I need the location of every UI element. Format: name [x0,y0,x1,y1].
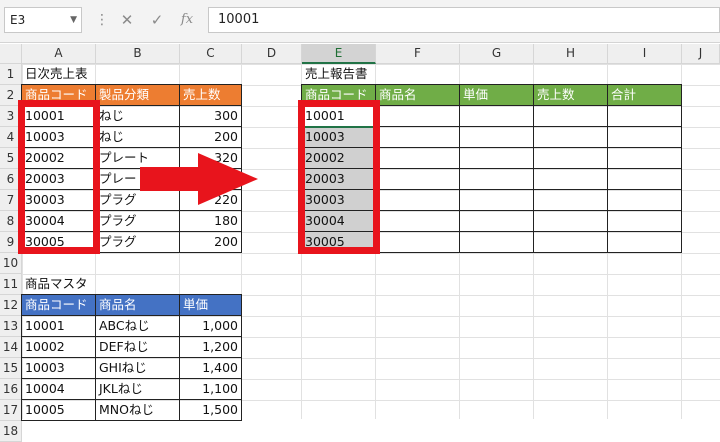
sales-category-cell[interactable]: ねじ [95,126,180,148]
row-header-15[interactable]: 15 [0,358,22,379]
report-qty-cell[interactable] [533,189,608,211]
master-code-cell[interactable]: 10002 [21,336,96,358]
master-header-code[interactable]: 商品コード [21,294,96,316]
report-total-cell[interactable] [607,168,682,190]
row-header-16[interactable]: 16 [0,379,22,400]
sales-qty-cell[interactable]: 200 [179,126,242,148]
more-options-icon[interactable]: ⋮ [95,10,109,30]
report-name-cell[interactable] [375,189,460,211]
column-header-h[interactable]: H [534,44,608,64]
master-price-cell[interactable]: 1,500 [179,399,242,421]
master-code-cell[interactable]: 10005 [21,399,96,421]
master-name-cell[interactable]: MNOねじ [95,399,180,421]
right-arrow-icon [140,153,258,205]
report-qty-cell[interactable] [533,105,608,127]
master-price-cell[interactable]: 1,100 [179,378,242,400]
report-table-title[interactable]: 売上報告書 [302,64,452,85]
column-header-b[interactable]: B [96,44,180,64]
report-name-cell[interactable] [375,126,460,148]
column-header-a[interactable]: A [22,44,96,64]
master-price-cell[interactable]: 1,200 [179,336,242,358]
report-price-cell[interactable] [459,147,534,169]
report-price-cell[interactable] [459,231,534,253]
row-header-11[interactable]: 11 [0,274,22,295]
report-name-cell[interactable] [375,147,460,169]
master-name-cell[interactable]: DEFねじ [95,336,180,358]
row-header-17[interactable]: 17 [0,400,22,421]
report-name-cell[interactable] [375,210,460,232]
chevron-down-icon[interactable]: ▼ [70,8,77,32]
report-total-cell[interactable] [607,147,682,169]
report-header-name[interactable]: 商品名 [375,84,460,106]
master-code-cell[interactable]: 10003 [21,357,96,379]
name-box-value: E3 [10,13,26,27]
enter-icon[interactable]: ✓ [146,9,168,31]
row-header-12[interactable]: 12 [0,295,22,316]
column-header-g[interactable]: G [460,44,534,64]
report-total-cell[interactable] [607,210,682,232]
master-code-cell[interactable]: 10001 [21,315,96,337]
select-all-corner[interactable] [0,44,22,64]
report-price-cell[interactable] [459,210,534,232]
formula-input[interactable]: 10001 [208,7,720,33]
report-header-qty[interactable]: 売上数 [533,84,608,106]
cancel-icon[interactable]: ✕ [116,9,138,31]
master-name-cell[interactable]: GHIねじ [95,357,180,379]
row-header-18[interactable]: 18 [0,421,22,442]
sales-category-cell[interactable]: プラグ [95,210,180,232]
report-header-total[interactable]: 合計 [607,84,682,106]
source-highlight-box [18,100,100,254]
report-total-cell[interactable] [607,189,682,211]
report-header-price[interactable]: 単価 [459,84,534,106]
report-total-cell[interactable] [607,105,682,127]
column-header-e[interactable]: E [302,44,376,64]
report-name-cell[interactable] [375,105,460,127]
sales-qty-cell[interactable]: 180 [179,210,242,232]
row-header-14[interactable]: 14 [0,337,22,358]
report-qty-cell[interactable] [533,210,608,232]
master-price-cell[interactable]: 1,000 [179,315,242,337]
row-header-10[interactable]: 10 [0,253,22,274]
sales-table-title[interactable]: 日次売上表 [22,64,172,85]
column-header-i[interactable]: I [608,44,682,64]
sales-category-cell[interactable]: ねじ [95,105,180,127]
master-price-cell[interactable]: 1,400 [179,357,242,379]
column-header-c[interactable]: C [180,44,242,64]
sales-category-cell[interactable]: プラグ [95,231,180,253]
report-name-cell[interactable] [375,231,460,253]
master-header-price[interactable]: 単価 [179,294,242,316]
report-total-cell[interactable] [607,231,682,253]
sales-header-qty[interactable]: 売上数 [179,84,242,106]
sales-header-category[interactable]: 製品分類 [95,84,180,106]
report-qty-cell[interactable] [533,231,608,253]
row-header-1[interactable]: 1 [0,64,22,85]
insert-function-icon[interactable]: fx [176,9,198,31]
report-name-cell[interactable] [375,168,460,190]
report-qty-cell[interactable] [533,147,608,169]
report-qty-cell[interactable] [533,126,608,148]
column-header-j[interactable]: J [682,44,720,64]
report-qty-cell[interactable] [533,168,608,190]
master-header-name[interactable]: 商品名 [95,294,180,316]
report-price-cell[interactable] [459,168,534,190]
column-header-f[interactable]: F [376,44,460,64]
column-header-d[interactable]: D [242,44,302,64]
master-name-cell[interactable]: ABCねじ [95,315,180,337]
master-name-cell[interactable]: JKLねじ [95,378,180,400]
formula-bar: E3 ▼ ⋮ ✕ ✓ fx 10001 [0,0,720,43]
report-price-cell[interactable] [459,189,534,211]
master-code-cell[interactable]: 10004 [21,378,96,400]
name-box[interactable]: E3 ▼ [4,7,82,33]
target-highlight-box [298,100,380,254]
sales-qty-cell[interactable]: 300 [179,105,242,127]
sales-qty-cell[interactable]: 200 [179,231,242,253]
row-header-13[interactable]: 13 [0,316,22,337]
report-total-cell[interactable] [607,126,682,148]
report-price-cell[interactable] [459,126,534,148]
master-table-title[interactable]: 商品マスタ [22,274,172,295]
report-price-cell[interactable] [459,105,534,127]
